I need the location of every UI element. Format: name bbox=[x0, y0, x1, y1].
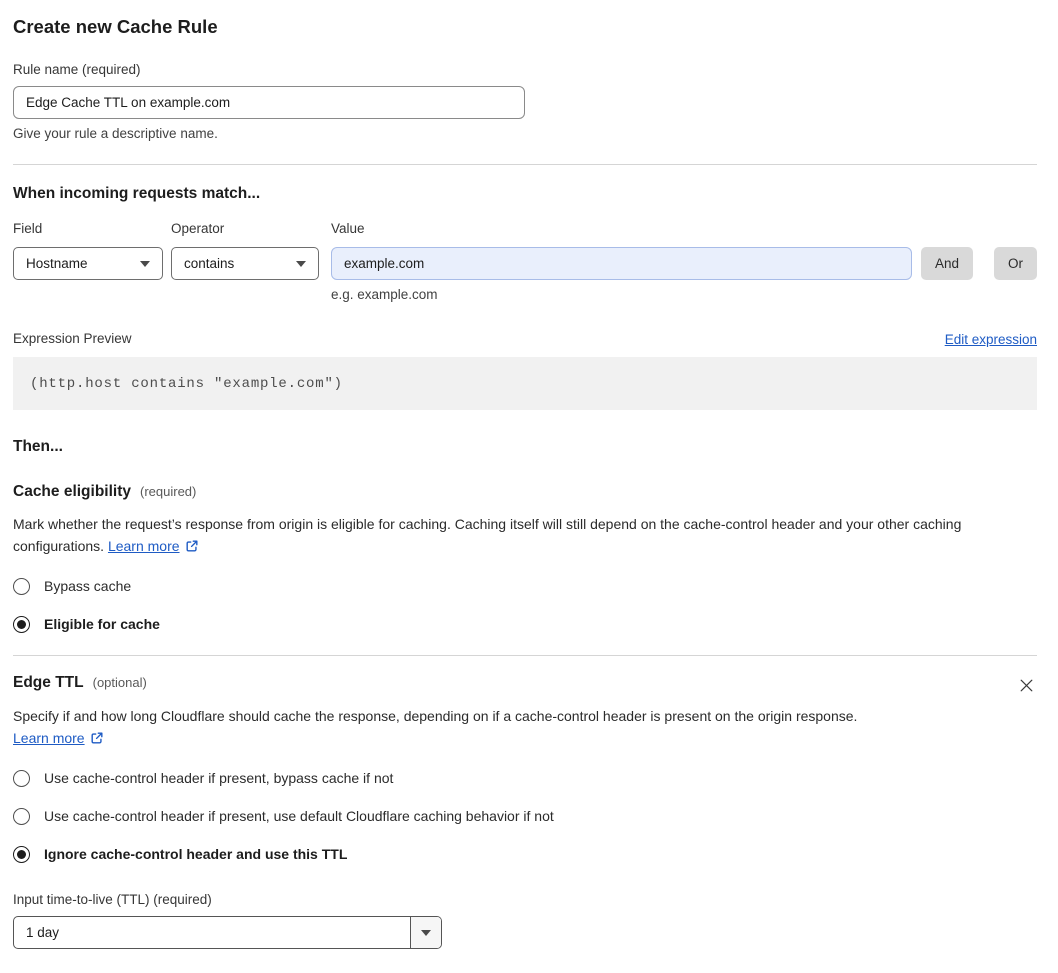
rule-name-help: Give your rule a descriptive name. bbox=[13, 126, 218, 141]
value-label: Value bbox=[331, 221, 365, 236]
radio-icon-selected bbox=[13, 846, 30, 863]
operator-label: Operator bbox=[171, 221, 225, 236]
radio-icon bbox=[13, 578, 30, 595]
field-column: Field Hostname bbox=[13, 221, 163, 280]
then-heading: Then... bbox=[13, 438, 63, 455]
radio-option-label: Use cache-control header if present, byp… bbox=[44, 770, 394, 786]
cache-eligibility-header: Cache eligibility (required) bbox=[13, 482, 1037, 502]
close-edge-ttl-button[interactable] bbox=[1016, 675, 1037, 696]
ttl-select[interactable]: 1 day bbox=[13, 916, 442, 949]
radio-icon bbox=[13, 770, 30, 787]
value-column: Value e.g. example.com bbox=[331, 221, 912, 303]
value-input[interactable] bbox=[331, 247, 912, 280]
expression-preview-label: Expression Preview bbox=[13, 331, 132, 346]
edge-ttl-learn-more-link[interactable]: Learn more bbox=[13, 730, 85, 746]
edge-ttl-description-text: Specify if and how long Cloudflare shoul… bbox=[13, 708, 858, 724]
operator-select[interactable]: contains bbox=[171, 247, 319, 280]
radio-option-bypass-cache[interactable]: Bypass cache bbox=[13, 578, 131, 595]
rule-name-group: Rule name (required) Give your rule a de… bbox=[13, 62, 1037, 142]
radio-icon-selected bbox=[13, 616, 30, 633]
match-condition-row: Field Hostname Operator contains Value e… bbox=[13, 221, 1037, 303]
cache-eligibility-heading: Cache eligibility bbox=[13, 483, 132, 500]
edge-ttl-header: Edge TTL (optional) bbox=[13, 673, 147, 693]
field-select[interactable]: Hostname bbox=[13, 247, 163, 280]
chevron-down-icon bbox=[140, 260, 150, 267]
page-title: Create new Cache Rule bbox=[13, 16, 218, 37]
chevron-down-icon bbox=[421, 929, 431, 936]
value-help: e.g. example.com bbox=[331, 287, 438, 302]
radio-option-label: Eligible for cache bbox=[44, 616, 160, 632]
expression-preview-header: Expression Preview Edit expression bbox=[13, 331, 1037, 347]
cache-eligibility-description: Mark whether the request’s response from… bbox=[13, 514, 1037, 557]
operator-select-value: contains bbox=[184, 256, 235, 271]
and-column: And bbox=[920, 221, 973, 280]
match-heading: When incoming requests match... bbox=[13, 185, 261, 202]
section-divider bbox=[13, 164, 1037, 165]
radio-option-use-header-bypass[interactable]: Use cache-control header if present, byp… bbox=[13, 770, 393, 787]
radio-option-eligible-for-cache[interactable]: Eligible for cache bbox=[13, 616, 160, 633]
external-link-icon bbox=[186, 539, 198, 552]
label-spacer bbox=[994, 221, 1037, 247]
edge-ttl-description: Specify if and how long Cloudflare shoul… bbox=[13, 706, 858, 749]
edge-ttl-heading: Edge TTL bbox=[13, 674, 84, 691]
cache-eligibility-qualifier: (required) bbox=[140, 484, 197, 499]
edge-ttl-qualifier: (optional) bbox=[92, 675, 147, 690]
rule-name-input[interactable] bbox=[13, 86, 525, 119]
ttl-select-arrow-button[interactable] bbox=[410, 917, 441, 948]
close-icon bbox=[1020, 679, 1033, 692]
radio-option-label: Bypass cache bbox=[44, 578, 132, 594]
field-select-value: Hostname bbox=[26, 256, 88, 271]
chevron-down-icon bbox=[296, 260, 306, 267]
radio-option-use-header-default[interactable]: Use cache-control header if present, use… bbox=[13, 808, 554, 825]
expression-code: (http.host contains "example.com") bbox=[30, 375, 343, 392]
and-button[interactable]: And bbox=[920, 247, 973, 280]
rule-name-label: Rule name (required) bbox=[13, 62, 141, 77]
radio-option-ignore-header-use-ttl[interactable]: Ignore cache-control header and use this… bbox=[13, 846, 347, 863]
cache-eligibility-learn-more-link[interactable]: Learn more bbox=[108, 538, 180, 554]
radio-option-label: Ignore cache-control header and use this… bbox=[44, 846, 348, 862]
section-divider bbox=[13, 655, 1037, 656]
or-button[interactable]: Or bbox=[994, 247, 1037, 280]
create-cache-rule-form: Create new Cache Rule Rule name (require… bbox=[0, 0, 1058, 973]
operator-column: Operator contains bbox=[171, 221, 319, 280]
radio-option-label: Use cache-control header if present, use… bbox=[44, 808, 554, 824]
external-link-icon bbox=[91, 731, 103, 744]
label-spacer bbox=[921, 221, 973, 247]
ttl-select-value: 1 day bbox=[26, 925, 60, 940]
or-column: Or bbox=[994, 221, 1037, 280]
edit-expression-link[interactable]: Edit expression bbox=[945, 332, 1037, 347]
field-label: Field bbox=[13, 221, 43, 236]
radio-icon bbox=[13, 808, 30, 825]
edge-ttl-header-row: Edge TTL (optional) bbox=[13, 673, 1037, 696]
expression-preview-code-block: (http.host contains "example.com") bbox=[13, 357, 1037, 410]
